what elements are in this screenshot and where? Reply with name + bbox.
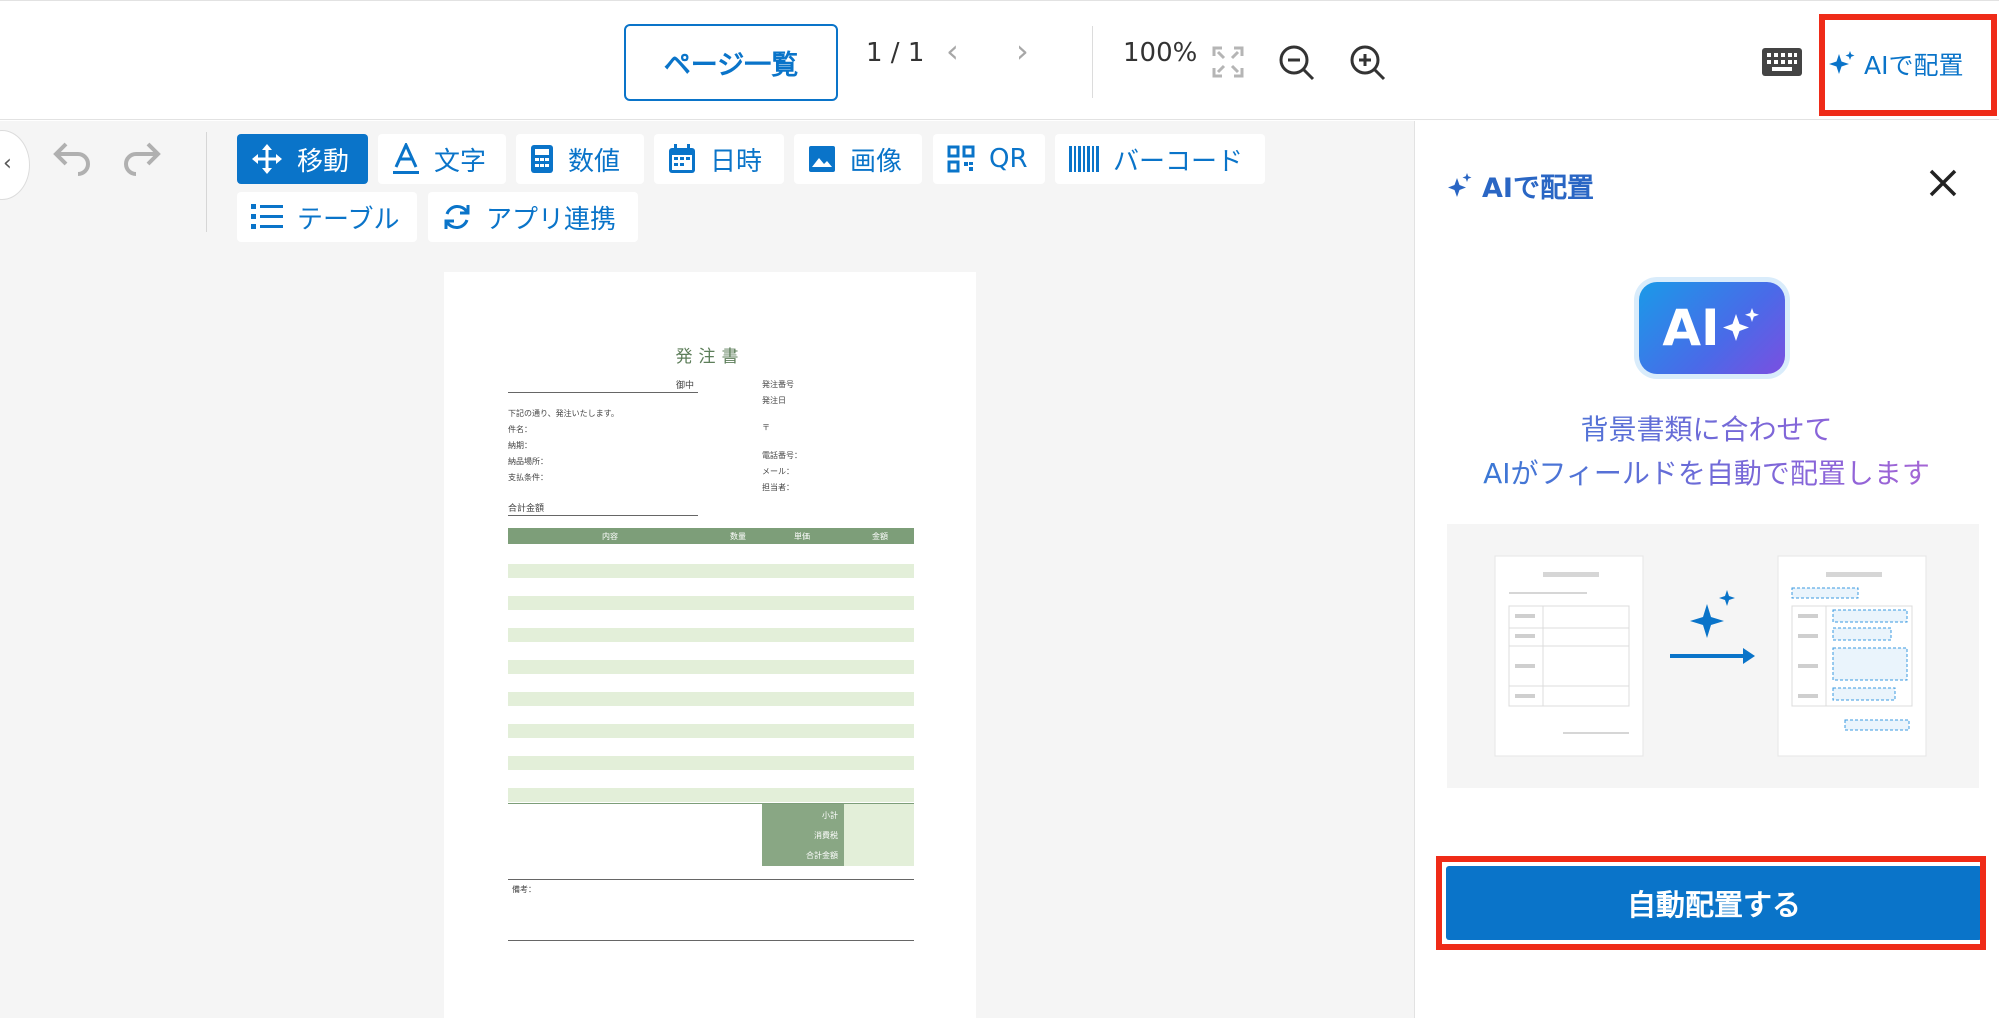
doc-email: メール：	[762, 467, 794, 476]
tool-move[interactable]: 移動	[237, 134, 368, 184]
doc-deadline: 納期：	[508, 441, 532, 450]
doc-title: 発注書	[675, 347, 745, 367]
doc-remarks: 備考：	[512, 885, 536, 894]
table-row	[508, 756, 914, 770]
text-icon	[393, 143, 419, 174]
placement-illustration	[1447, 524, 1979, 788]
doc-order-number: 発注番号	[762, 380, 794, 389]
toolbar-divider	[206, 132, 207, 232]
chevron-icon: ‹	[3, 151, 12, 176]
subtotal-label: 小計	[822, 811, 838, 820]
page-indicator: 1 / 1	[866, 38, 925, 68]
fit-screen-icon[interactable]	[1212, 46, 1244, 78]
col-qty: 数量	[730, 532, 746, 541]
tool-label: 画像	[850, 146, 903, 177]
zoom-in-icon[interactable]	[1349, 44, 1387, 82]
panel-description-line1: 背景書類に合わせて	[1414, 408, 1999, 448]
tool-label: 数値	[568, 146, 621, 177]
doc-delivery-place: 納品場所：	[508, 457, 548, 466]
tool-label: アプリ連携	[486, 204, 617, 235]
move-icon	[252, 144, 282, 174]
image-icon	[809, 146, 835, 172]
tax-label: 消費税	[814, 831, 838, 840]
panel-title-label: AIで配置	[1482, 173, 1594, 204]
zoom-out-icon[interactable]	[1278, 44, 1316, 82]
next-page-icon[interactable]: ›	[1016, 32, 1029, 70]
tool-label: QR	[989, 144, 1028, 174]
tool-label: 文字	[434, 146, 487, 177]
close-icon[interactable]	[1926, 166, 1960, 200]
tool-text[interactable]: 文字	[378, 134, 506, 184]
tool-label: 移動	[297, 146, 350, 177]
table-row	[508, 596, 914, 610]
prev-page-icon[interactable]: ‹	[946, 32, 959, 70]
barcode-icon	[1069, 146, 1099, 172]
panel-description-line2: AIがフィールドを自動で配置します	[1414, 452, 1999, 492]
totals-labels: 小計 消費税 合計金額	[762, 804, 844, 866]
undo-icon[interactable]	[52, 140, 92, 176]
col-description: 内容	[602, 532, 618, 541]
tool-image[interactable]: 画像	[794, 134, 922, 184]
table-row	[508, 692, 914, 706]
doc-contact: 担当者：	[762, 483, 794, 492]
top-toolbar	[0, 0, 1999, 120]
table-row	[508, 564, 914, 578]
table-row	[508, 628, 914, 642]
tool-barcode[interactable]: バーコード	[1055, 134, 1265, 184]
redo-icon[interactable]	[122, 140, 162, 176]
page-list-button[interactable]: ページ一覧	[624, 24, 838, 101]
tool-label: テーブル	[297, 204, 400, 235]
sparkle-icon	[1448, 172, 1472, 197]
ai-logo: AI	[1639, 282, 1785, 374]
doc-payment-terms: 支払条件：	[508, 473, 548, 482]
calculator-icon	[531, 145, 553, 173]
tool-qr[interactable]: QR	[933, 134, 1045, 184]
tool-datetime[interactable]: 日時	[654, 134, 784, 184]
doc-intro: 下記の通り、発注いたします。	[508, 409, 619, 418]
sync-icon	[444, 205, 470, 229]
highlight-box	[1436, 856, 1986, 950]
doc-phone: 電話番号：	[762, 451, 802, 460]
tool-table[interactable]: テーブル	[237, 192, 417, 242]
table-row	[508, 788, 914, 802]
divider	[508, 392, 698, 393]
toolbar-divider	[1092, 26, 1093, 98]
calendar-icon	[669, 144, 695, 173]
doc-postal: 〒	[762, 423, 770, 432]
table-header: 内容 数量 単価 金額	[508, 528, 914, 544]
totals-values	[844, 804, 914, 866]
tool-number[interactable]: 数値	[516, 134, 644, 184]
tool-app-integration[interactable]: アプリ連携	[428, 192, 638, 242]
highlight-box	[1819, 14, 1997, 116]
divider	[508, 879, 914, 880]
table-row	[508, 724, 914, 738]
doc-total-amount: 合計金額	[508, 504, 545, 514]
tool-label: 日時	[710, 146, 763, 177]
document-preview[interactable]: 発注書 御中 発注番号 発注日 下記の通り、発注いたします。 件名： 〒 納期：…	[444, 272, 976, 1018]
doc-recipient-suffix: 御中	[676, 381, 695, 391]
grand-total-label: 合計金額	[806, 851, 838, 860]
panel-title: AIで配置	[1446, 166, 1594, 205]
doc-order-date: 発注日	[762, 396, 786, 405]
ai-logo-text: AI	[1662, 299, 1720, 357]
qr-icon	[947, 145, 975, 173]
keyboard-icon[interactable]	[1762, 48, 1802, 76]
divider	[508, 940, 914, 941]
doc-subject: 件名：	[508, 425, 532, 434]
tool-label: バーコード	[1113, 146, 1244, 177]
table-row	[508, 660, 914, 674]
col-unit-price: 単価	[794, 532, 810, 541]
divider	[508, 515, 698, 516]
sparkle-icon	[1722, 308, 1759, 341]
zoom-level: 100%	[1123, 38, 1198, 68]
list-icon	[251, 204, 283, 229]
col-amount: 金額	[872, 532, 888, 541]
